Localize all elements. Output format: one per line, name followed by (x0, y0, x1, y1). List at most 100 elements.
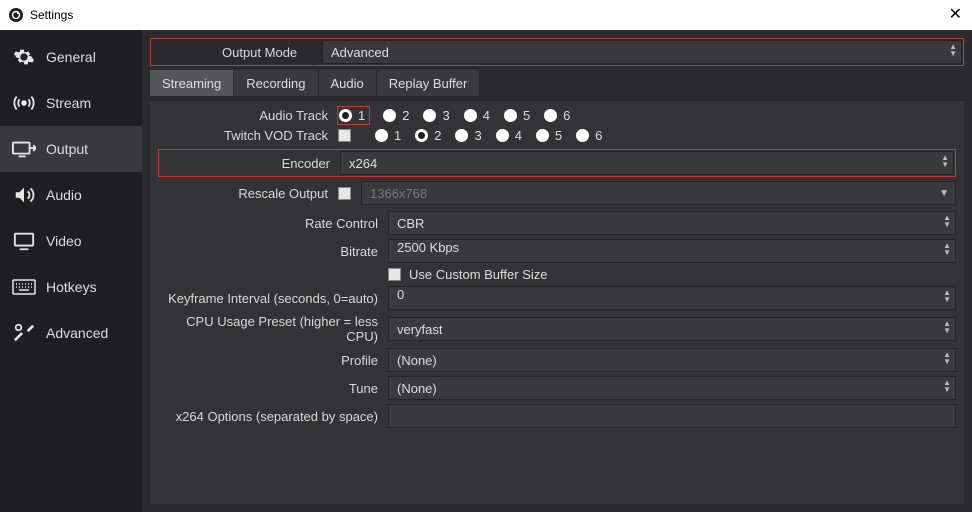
radio-icon (464, 109, 477, 122)
audio-track-3[interactable]: 3 (423, 108, 449, 123)
encoder-select[interactable]: x264 ▲▼ (340, 151, 954, 175)
audio-track-row: Audio Track 1 2 3 4 5 6 (158, 107, 956, 124)
cpu-preset-select[interactable]: veryfast ▲▼ (388, 317, 956, 341)
x264-opts-label: x264 Options (separated by space) (158, 409, 388, 424)
x264-opts-input[interactable] (388, 404, 956, 428)
tune-value: (None) (397, 381, 437, 396)
encoder-row: Encoder x264 ▲▼ (158, 149, 956, 177)
close-icon[interactable]: ✕ (949, 4, 962, 24)
rate-control-row: Rate Control CBR ▲▼ (158, 211, 956, 235)
encoder-label: Encoder (160, 156, 340, 171)
vod-enable-checkbox[interactable] (338, 129, 351, 142)
keyframe-value: 0 (397, 287, 404, 302)
output-icon (12, 137, 36, 161)
vod-track-6[interactable]: 6 (576, 128, 602, 143)
rescale-label: Rescale Output (158, 186, 338, 201)
output-mode-row: Output Mode Advanced ▲▼ (150, 38, 964, 66)
keyboard-icon (12, 275, 36, 299)
sidebar-item-label: General (46, 49, 96, 65)
sidebar-item-video[interactable]: Video (0, 218, 142, 264)
titlebar: Settings ✕ (0, 0, 972, 30)
tools-icon (12, 321, 36, 345)
vod-track-5[interactable]: 5 (536, 128, 562, 143)
radio-icon (544, 109, 557, 122)
vod-track-group: 1 2 3 4 5 6 (338, 128, 956, 143)
audio-track-1[interactable]: 1 (338, 107, 369, 124)
output-mode-select[interactable]: Advanced ▲▼ (322, 40, 962, 64)
window-title: Settings (30, 8, 73, 22)
keyframe-label: Keyframe Interval (seconds, 0=auto) (158, 291, 388, 306)
monitor-icon (12, 229, 36, 253)
tab-audio[interactable]: Audio (319, 70, 377, 96)
vod-track-row: Twitch VOD Track 1 2 3 4 5 6 (158, 128, 956, 143)
vod-track-4[interactable]: 4 (496, 128, 522, 143)
keyframe-input[interactable]: 0 ▲▼ (388, 286, 956, 310)
output-mode-value: Advanced (331, 45, 389, 60)
tab-replay-buffer[interactable]: Replay Buffer (377, 70, 481, 96)
sidebar-item-label: Audio (46, 187, 82, 203)
vod-track-label: Twitch VOD Track (158, 128, 338, 143)
updown-icon: ▲▼ (941, 154, 949, 168)
radio-icon (504, 109, 517, 122)
custom-buffer-checkbox-row[interactable]: Use Custom Buffer Size (388, 267, 547, 282)
sidebar-item-output[interactable]: Output (0, 126, 142, 172)
bitrate-input[interactable]: 2500 Kbps ▲▼ (388, 239, 956, 263)
custom-buffer-checkbox[interactable] (388, 268, 401, 281)
gear-icon (12, 45, 36, 69)
tab-recording[interactable]: Recording (234, 70, 318, 96)
sidebar-item-label: Stream (46, 95, 91, 111)
main-panel: Output Mode Advanced ▲▼ Streaming Record… (142, 30, 972, 512)
cpu-preset-value: veryfast (397, 322, 443, 337)
radio-icon (383, 109, 396, 122)
profile-select[interactable]: (None) ▲▼ (388, 348, 956, 372)
bitrate-value: 2500 Kbps (397, 240, 459, 255)
radio-icon (375, 129, 388, 142)
speaker-icon (12, 183, 36, 207)
radio-icon (415, 129, 428, 142)
cpu-preset-row: CPU Usage Preset (higher = less CPU) ver… (158, 314, 956, 344)
rate-control-select[interactable]: CBR ▲▼ (388, 211, 956, 235)
rescale-select[interactable]: 1366x768 ▼ (361, 181, 956, 205)
sidebar-item-stream[interactable]: Stream (0, 80, 142, 126)
sidebar-item-label: Output (46, 141, 88, 157)
updown-icon: ▲▼ (943, 320, 951, 334)
audio-track-6[interactable]: 6 (544, 108, 570, 123)
vod-track-1[interactable]: 1 (375, 128, 401, 143)
sidebar-item-audio[interactable]: Audio (0, 172, 142, 218)
rescale-value: 1366x768 (370, 186, 427, 201)
updown-icon: ▲▼ (943, 351, 951, 365)
sidebar-item-label: Hotkeys (46, 279, 97, 295)
cpu-preset-label: CPU Usage Preset (higher = less CPU) (158, 314, 388, 344)
tab-streaming[interactable]: Streaming (150, 70, 234, 96)
rescale-row: Rescale Output 1366x768 ▼ (158, 181, 956, 205)
updown-icon: ▲▼ (949, 43, 957, 57)
bitrate-label: Bitrate (158, 244, 388, 259)
rate-control-label: Rate Control (158, 216, 388, 231)
vod-track-2[interactable]: 2 (415, 128, 441, 143)
tune-select[interactable]: (None) ▲▼ (388, 376, 956, 400)
vod-track-3[interactable]: 3 (455, 128, 481, 143)
radio-icon (576, 129, 589, 142)
sidebar-item-general[interactable]: General (0, 34, 142, 80)
audio-track-4[interactable]: 4 (464, 108, 490, 123)
updown-icon: ▲▼ (943, 379, 951, 393)
tune-row: Tune (None) ▲▼ (158, 376, 956, 400)
rescale-checkbox[interactable] (338, 187, 351, 200)
sidebar-item-label: Video (46, 233, 82, 249)
updown-icon: ▲▼ (943, 214, 951, 228)
radio-icon (496, 129, 509, 142)
encoder-value: x264 (349, 156, 377, 171)
audio-track-label: Audio Track (158, 108, 338, 123)
audio-track-5[interactable]: 5 (504, 108, 530, 123)
audio-track-2[interactable]: 2 (383, 108, 409, 123)
sidebar-item-label: Advanced (46, 325, 108, 341)
radio-icon (455, 129, 468, 142)
tabs: Streaming Recording Audio Replay Buffer (150, 70, 964, 96)
updown-icon: ▲▼ (943, 242, 951, 256)
sidebar-item-hotkeys[interactable]: Hotkeys (0, 264, 142, 310)
sidebar-item-advanced[interactable]: Advanced (0, 310, 142, 356)
broadcast-icon (12, 91, 36, 115)
audio-track-group: 1 2 3 4 5 6 (338, 107, 956, 124)
bitrate-row: Bitrate 2500 Kbps ▲▼ (158, 239, 956, 263)
updown-icon: ▲▼ (943, 289, 951, 303)
